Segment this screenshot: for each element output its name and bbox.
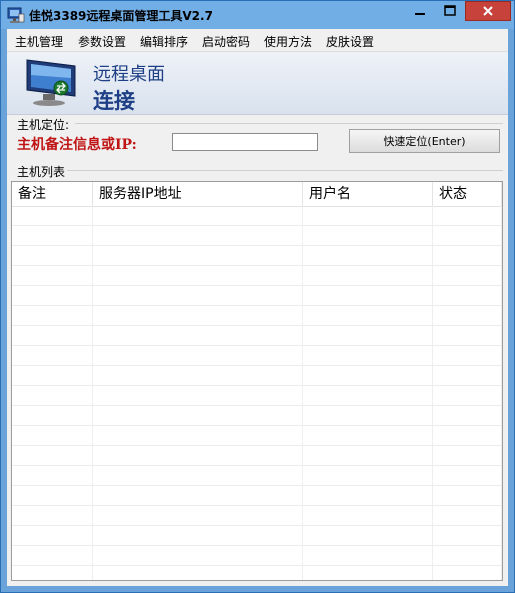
column-header-note[interactable]: 备注 xyxy=(12,182,93,206)
host-table-header: 备注 服务器IP地址 用户名 状态 xyxy=(12,182,502,207)
app-icon xyxy=(7,7,25,23)
close-icon xyxy=(483,6,493,16)
menu-host-management[interactable]: 主机管理 xyxy=(15,33,63,50)
column-header-server-ip[interactable]: 服务器IP地址 xyxy=(93,182,303,206)
close-button[interactable] xyxy=(465,1,511,21)
locate-group-divider xyxy=(75,123,503,124)
table-row[interactable] xyxy=(12,266,502,286)
column-header-username[interactable]: 用户名 xyxy=(303,182,433,206)
menu-parameter-settings[interactable]: 参数设置 xyxy=(78,33,126,50)
menu-usage[interactable]: 使用方法 xyxy=(264,33,312,50)
table-row[interactable] xyxy=(12,426,502,446)
banner-subtitle: 连接 xyxy=(93,89,135,113)
table-row[interactable] xyxy=(12,446,502,466)
table-row[interactable] xyxy=(12,226,502,246)
table-row[interactable] xyxy=(12,346,502,366)
table-row[interactable] xyxy=(12,246,502,266)
remote-desktop-monitor-icon xyxy=(26,59,76,106)
table-row[interactable] xyxy=(12,386,502,406)
table-row[interactable] xyxy=(12,506,502,526)
table-row[interactable] xyxy=(12,546,502,566)
app-window: 佳悦3389远程桌面管理工具V2.7 主机管理 参数设置 编辑排序 启动密码 使… xyxy=(0,0,515,593)
maximize-icon xyxy=(444,5,456,16)
title-bar[interactable]: 佳悦3389远程桌面管理工具V2.7 xyxy=(1,1,514,29)
table-row[interactable] xyxy=(12,286,502,306)
column-header-status[interactable]: 状态 xyxy=(433,182,502,206)
menu-skin-settings[interactable]: 皮肤设置 xyxy=(326,33,374,50)
host-table[interactable]: 备注 服务器IP地址 用户名 状态 xyxy=(11,181,503,581)
minimize-icon xyxy=(415,13,425,15)
window-title: 佳悦3389远程桌面管理工具V2.7 xyxy=(29,9,213,23)
table-row[interactable] xyxy=(12,306,502,326)
table-row[interactable] xyxy=(12,326,502,346)
banner-title: 远程桌面 xyxy=(93,64,165,85)
table-row[interactable] xyxy=(12,406,502,426)
banner: 远程桌面 连接 xyxy=(7,52,508,115)
locate-field-label: 主机备注信息或IP: xyxy=(17,137,137,153)
maximize-button[interactable] xyxy=(435,1,465,21)
minimize-button[interactable] xyxy=(405,1,435,21)
menu-bar: 主机管理 参数设置 编辑排序 启动密码 使用方法 皮肤设置 xyxy=(7,29,508,52)
host-list-group-label: 主机列表 xyxy=(17,165,66,179)
menu-startup-password[interactable]: 启动密码 xyxy=(202,33,250,50)
locate-group-label: 主机定位: xyxy=(17,118,70,132)
table-row[interactable] xyxy=(12,526,502,546)
host-list-group-divider xyxy=(67,170,503,171)
table-row[interactable] xyxy=(12,366,502,386)
menu-edit-sort[interactable]: 编辑排序 xyxy=(140,33,188,50)
table-row[interactable] xyxy=(12,206,502,226)
table-row[interactable] xyxy=(12,486,502,506)
quick-locate-button[interactable]: 快速定位(Enter) xyxy=(349,129,500,153)
table-row[interactable] xyxy=(12,466,502,486)
client-area: 主机管理 参数设置 编辑排序 启动密码 使用方法 皮肤设置 远程桌面 连接 主机… xyxy=(7,29,508,586)
locate-input[interactable] xyxy=(172,133,318,151)
